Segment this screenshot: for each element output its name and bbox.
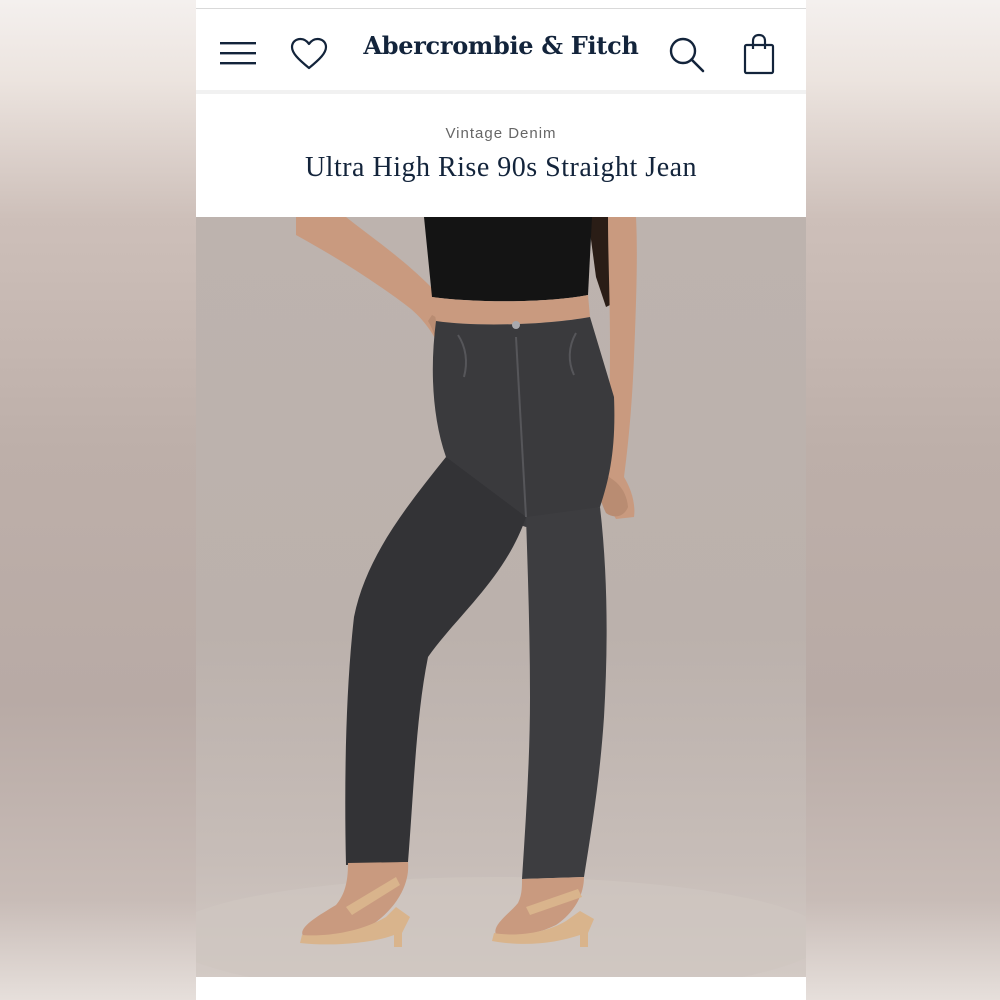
product-image[interactable] [196, 217, 806, 977]
mobile-screen: Abercrombie & Fitch Vintage Denim Ultra … [196, 0, 806, 1000]
product-title: Ultra High Rise 90s Straight Jean [304, 152, 698, 183]
header-divider [196, 90, 806, 94]
bag-icon[interactable] [743, 33, 775, 75]
menu-icon[interactable] [218, 39, 258, 67]
site-header: Abercrombie & Fitch [196, 9, 806, 91]
heart-icon[interactable] [290, 37, 328, 71]
product-category[interactable]: Vintage Denim [196, 125, 806, 142]
bottom-strip [196, 977, 806, 1000]
brand-logo[interactable]: Abercrombie & Fitch [336, 31, 666, 60]
search-icon[interactable] [668, 36, 706, 74]
